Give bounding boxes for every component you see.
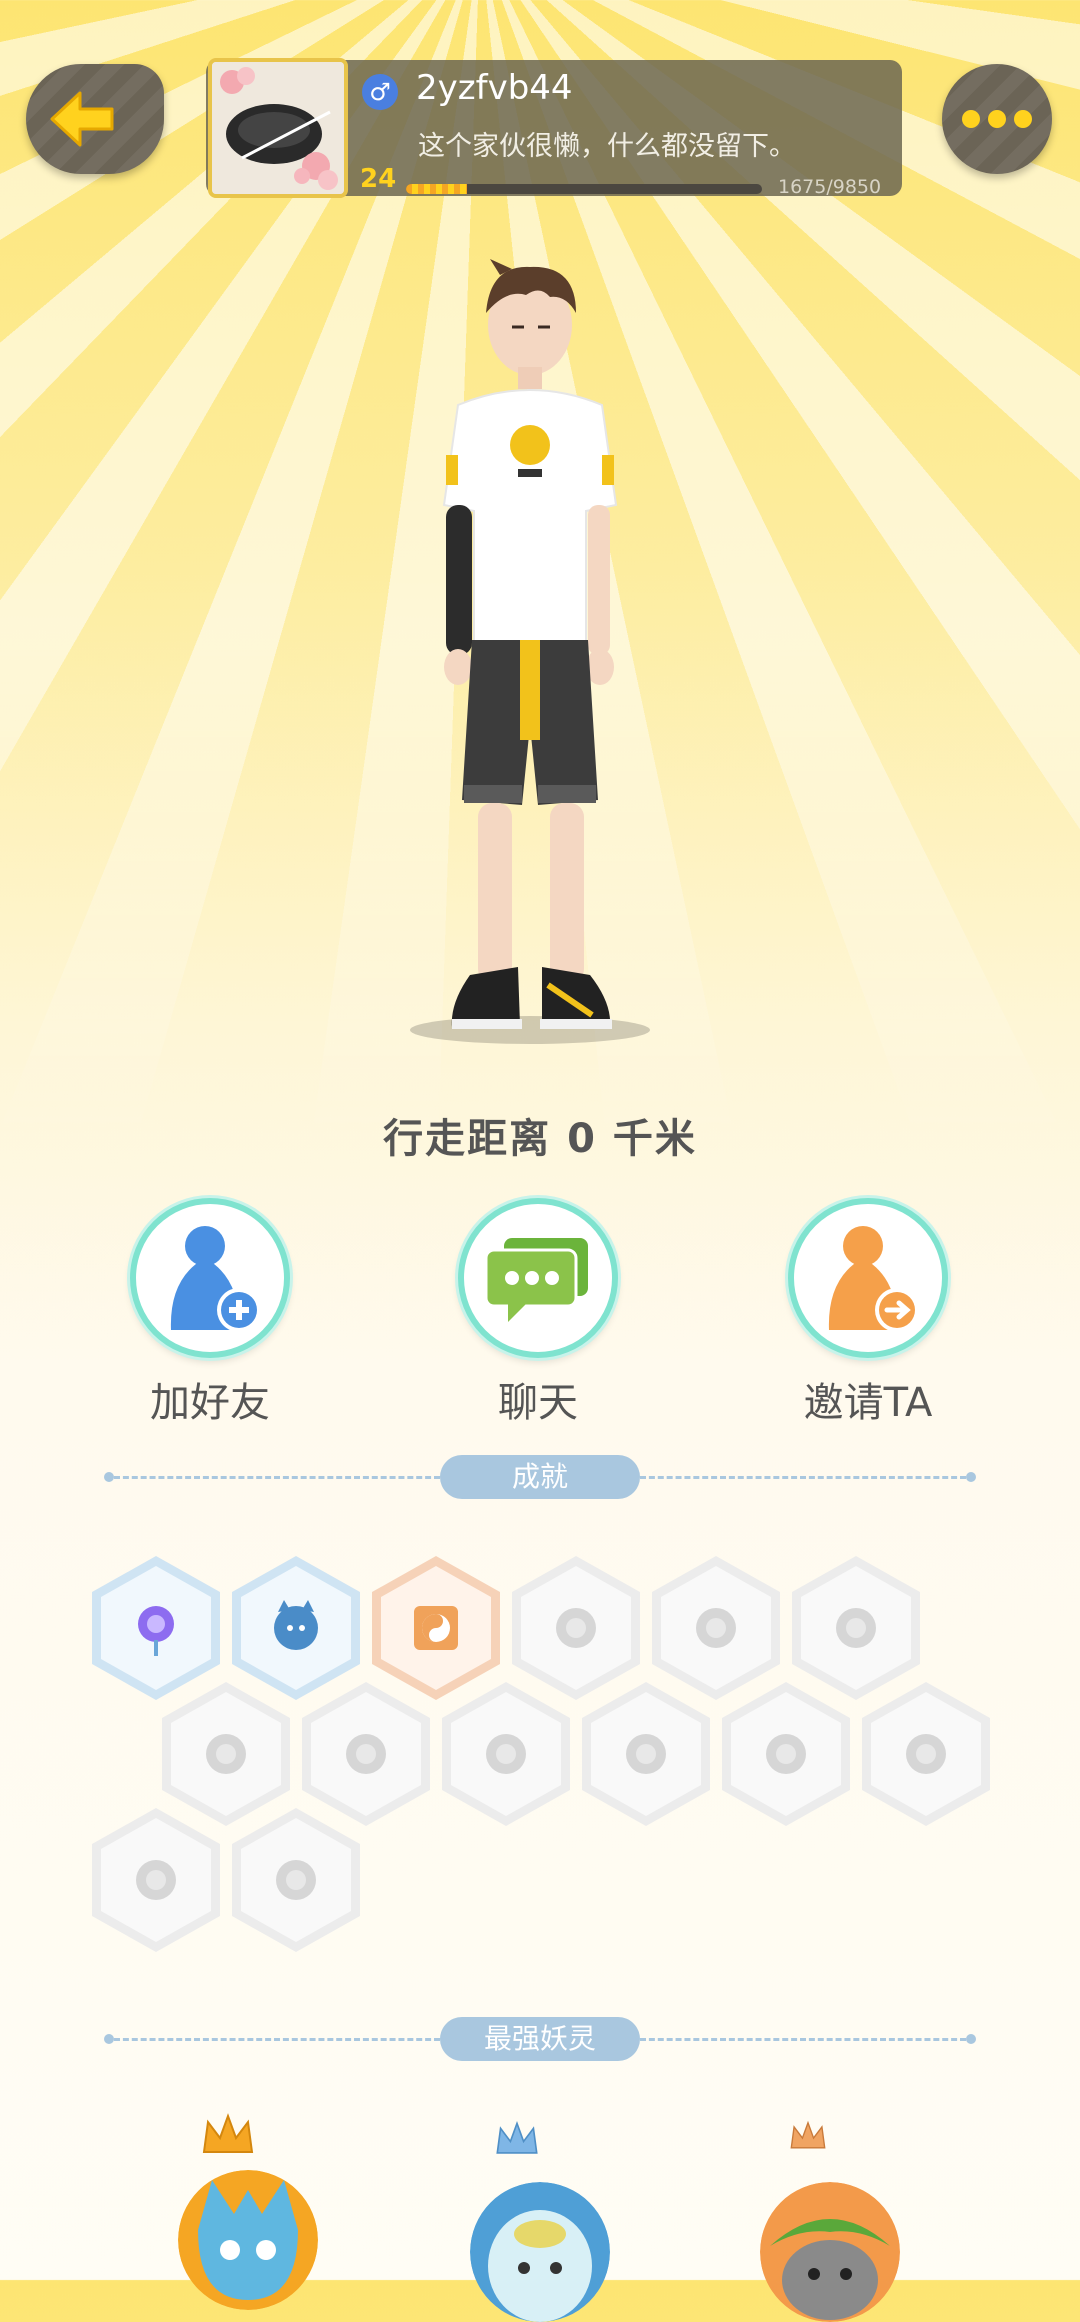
section-title-strongest-spirits: 最强妖灵: [440, 2017, 640, 2061]
achievement-badge-inner: [381, 1566, 491, 1690]
chat-circle[interactable]: [458, 1198, 618, 1358]
signature: 这个家伙很懒，什么都没留下。: [418, 131, 796, 162]
achievement-badge[interactable]: [442, 1682, 570, 1826]
chat-button[interactable]: 聊天: [458, 1198, 618, 1428]
invite-icon: [828, 1226, 919, 1332]
divider-dot: [966, 1472, 976, 1482]
achievement-badge-inner: [871, 1692, 981, 1816]
fox-spirit-icon: [486, 1734, 526, 1774]
achievement-badge[interactable]: [232, 1808, 360, 1952]
pokeball-icon: [836, 1608, 876, 1648]
crystal-icon: [206, 1734, 246, 1774]
achievement-badge-inner: [241, 1818, 351, 1942]
username: 2yzfvb44: [416, 68, 573, 108]
xp-text: 1675/9850: [778, 176, 882, 198]
achievement-badge-inner: [591, 1692, 701, 1816]
more-options-button[interactable]: [942, 64, 1052, 174]
arrow-left-icon: [50, 91, 114, 147]
panda-balloon-icon: [766, 1734, 806, 1774]
avatar-image: [212, 62, 344, 194]
spirit-avatar[interactable]: [760, 2182, 900, 2322]
achievement-badge[interactable]: [372, 1556, 500, 1700]
crown-bronze-icon: [788, 2120, 828, 2156]
divider-line: [640, 2038, 966, 2041]
achievement-badge-inner: [101, 1566, 211, 1690]
add-friend-icon: [170, 1226, 261, 1332]
divider-line: [114, 2038, 440, 2041]
achievement-badge[interactable]: [582, 1682, 710, 1826]
spirit-avatar[interactable]: [178, 2170, 318, 2310]
avatar[interactable]: [208, 58, 348, 198]
gender-male-icon: ♂: [362, 74, 398, 110]
invite-button[interactable]: 邀请TA: [788, 1198, 948, 1428]
achievement-badge[interactable]: [722, 1682, 850, 1826]
achievement-badge[interactable]: [862, 1682, 990, 1826]
more-dots-icon: [962, 110, 980, 128]
xp-progress-fill: [406, 184, 467, 194]
dragon-wave-icon: [906, 1734, 946, 1774]
divider-line: [640, 1476, 966, 1479]
add-friend-button[interactable]: 加好友: [130, 1198, 290, 1428]
xp-progress-bar: [406, 184, 762, 194]
chat-icon: [484, 1238, 588, 1322]
divider-dot: [104, 2034, 114, 2044]
sneaker-icon: [556, 1608, 596, 1648]
achievement-badge-inner: [101, 1818, 211, 1942]
chat-label: 聊天: [498, 1380, 578, 1426]
achievement-badge[interactable]: [92, 1808, 220, 1952]
divider-line: [114, 1476, 440, 1479]
achievement-badge[interactable]: [162, 1682, 290, 1826]
walk-distance: 行走距离 0 千米: [383, 1116, 697, 1162]
add-friend-circle[interactable]: [130, 1198, 290, 1358]
divider-dot: [104, 1472, 114, 1482]
moon-icon: [696, 1608, 736, 1648]
achievement-badge[interactable]: [302, 1682, 430, 1826]
achievement-badge[interactable]: [792, 1556, 920, 1700]
back-button[interactable]: [26, 64, 164, 174]
achievement-badge-inner: [521, 1566, 631, 1690]
level-number: 24: [360, 164, 397, 194]
more-dot: [988, 110, 1006, 128]
invite-label: 邀请TA: [803, 1380, 933, 1426]
achievement-badge-inner: [801, 1566, 911, 1690]
achievement-badge[interactable]: [92, 1556, 220, 1700]
achievement-badge[interactable]: [512, 1556, 640, 1700]
achievement-badge-inner: [311, 1692, 421, 1816]
achievement-badge[interactable]: [232, 1556, 360, 1700]
add-friend-label: 加好友: [150, 1380, 270, 1426]
more-dot: [1014, 110, 1032, 128]
character-model[interactable]: [380, 255, 680, 1055]
achievement-badge-inner: [451, 1692, 561, 1816]
achievement-badge-inner: [241, 1566, 351, 1690]
stone-drum-icon: [136, 1860, 176, 1900]
section-title-achievements: 成就: [440, 1455, 640, 1499]
spirit-avatar[interactable]: [470, 2182, 610, 2322]
achievement-badge-inner: [171, 1692, 281, 1816]
yin-yang-book-icon: [414, 1606, 458, 1650]
divider-dot: [966, 2034, 976, 2044]
achievement-badge-inner: [731, 1692, 841, 1816]
crown-gold-icon: [200, 2112, 256, 2162]
crown-silver-icon: [494, 2120, 540, 2162]
achievement-badge[interactable]: [652, 1556, 780, 1700]
cat-chat-icon: [274, 1600, 318, 1650]
taiji-wave-icon: [346, 1734, 386, 1774]
achievement-badge-inner: [661, 1566, 771, 1690]
lollipop-target-icon: [138, 1606, 174, 1656]
invite-circle[interactable]: [788, 1198, 948, 1358]
cart-cat-icon: [626, 1734, 666, 1774]
fox-book-icon: [276, 1860, 316, 1900]
